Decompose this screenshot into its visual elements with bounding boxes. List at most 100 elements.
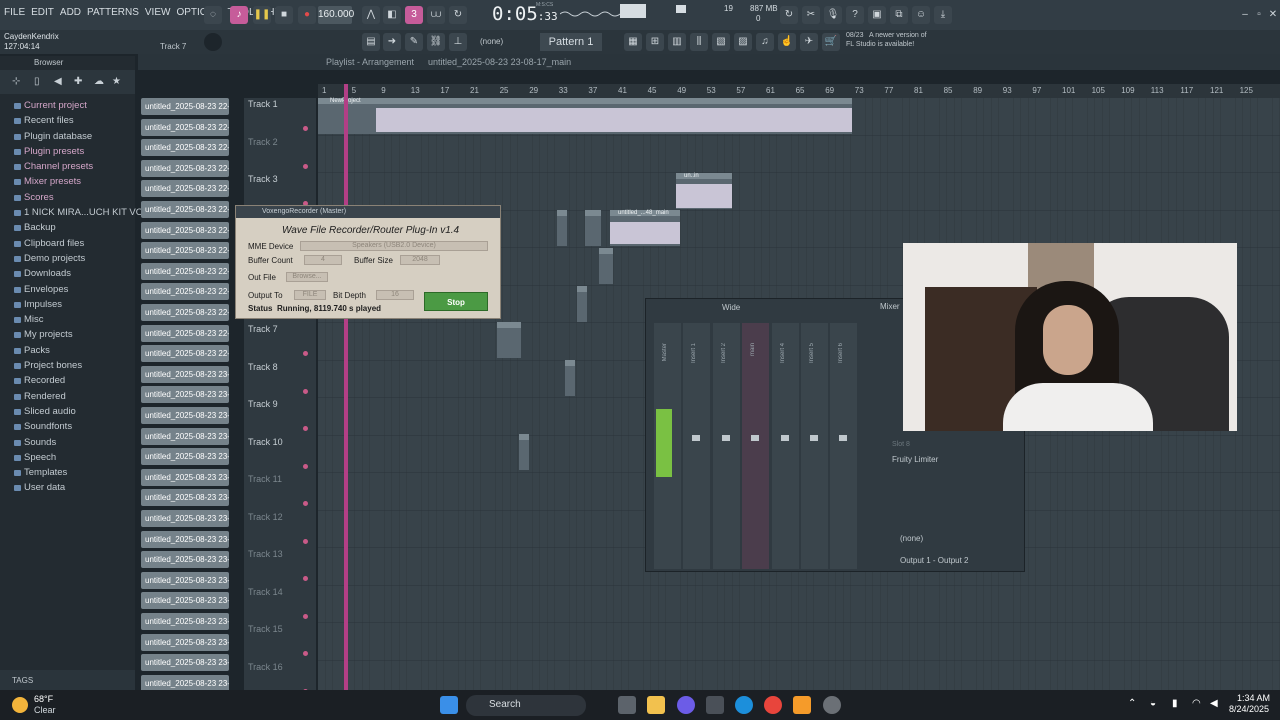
loop-record-icon[interactable]: ↻ <box>449 6 467 24</box>
browser-item[interactable]: Impulses <box>0 299 135 314</box>
track-mute-indicator[interactable] <box>303 576 308 581</box>
pattern-item[interactable]: untitled_2025-08-23 23-... <box>141 571 229 589</box>
wifi-icon[interactable]: ◠ <box>1192 698 1201 709</box>
browser-item[interactable]: Sounds <box>0 437 135 452</box>
browser-item[interactable]: Plugin presets <box>0 146 135 161</box>
mixer-output-selector[interactable]: Output 1 - Output 2 <box>900 556 968 565</box>
recorder-titlebar[interactable]: VoxengoRecorder (Master) <box>236 206 500 218</box>
pattern-item[interactable]: untitled_2025-08-23 22-... <box>141 304 229 321</box>
track-mute-indicator[interactable] <box>303 538 308 544</box>
star-icon[interactable]: ★ <box>112 76 121 87</box>
fx-slot-fruity-limiter[interactable]: Fruity Limiter <box>892 455 938 464</box>
menu-add[interactable]: ADD <box>60 7 81 18</box>
track-label[interactable]: Track 12 <box>248 512 283 522</box>
browser-item[interactable]: Rendered <box>0 391 135 406</box>
buffer-size-field[interactable]: 2048 <box>400 255 440 265</box>
track-mute-indicator[interactable] <box>303 501 308 506</box>
browser-item[interactable]: Plugin database <box>0 131 135 146</box>
clip-track4-small-b[interactable] <box>585 210 601 246</box>
snap-selector[interactable]: (none) <box>480 37 503 46</box>
track-label[interactable]: Track 14 <box>248 587 283 597</box>
obs-icon[interactable] <box>823 696 841 714</box>
weather-description[interactable]: Clear <box>34 705 56 715</box>
chrome-icon[interactable] <box>764 696 782 714</box>
track-mute-indicator[interactable] <box>303 613 308 619</box>
track-label[interactable]: Track 16 <box>248 662 283 672</box>
fl-studio-icon[interactable] <box>793 696 811 714</box>
menu-file[interactable]: FILE <box>4 7 25 18</box>
pattern-item[interactable]: untitled_2025-08-23 23-... <box>141 510 229 527</box>
wait-icon[interactable]: ◧ <box>383 6 401 24</box>
browser-item[interactable]: Project bones <box>0 360 135 375</box>
menu-patterns[interactable]: PATTERNS <box>87 7 139 18</box>
arrow-icon[interactable]: ➜ <box>383 33 401 51</box>
pattern-item[interactable]: untitled_2025-08-23 23-... <box>141 448 229 466</box>
fx-slot-8[interactable]: Slot 8 <box>892 441 910 448</box>
pattern-item[interactable]: untitled_2025-08-23 23-... <box>141 551 229 569</box>
browser-item[interactable]: Packs <box>0 345 135 360</box>
edge-icon[interactable] <box>735 696 753 714</box>
pattern-item[interactable]: untitled_2025-08-23 22-... <box>141 221 229 239</box>
browser-item[interactable]: Demo projects <box>0 253 135 268</box>
mme-device-field[interactable]: Speakers (USB2.0 Device) <box>300 241 488 251</box>
track-mute-indicator[interactable] <box>303 426 308 431</box>
mixer-fader[interactable] <box>751 435 760 441</box>
browser-item[interactable]: Speech <box>0 452 135 467</box>
pattern-item[interactable]: untitled_2025-08-23 22-... <box>141 262 229 280</box>
step-edit-icon[interactable]: ⩊ <box>427 6 445 24</box>
clip-track7[interactable] <box>497 322 521 358</box>
pattern-item[interactable]: untitled_2025-08-23 23-... <box>141 633 229 651</box>
pattern-item[interactable]: untitled_2025-08-23 22-... <box>141 283 229 301</box>
tray-chevron-icon[interactable]: ⌃ <box>1128 698 1136 709</box>
mixer-fader[interactable] <box>692 435 701 441</box>
browser-item[interactable]: Channel presets <box>0 161 135 176</box>
pattern-item[interactable]: untitled_2025-08-23 23-... <box>141 530 229 548</box>
speaker-icon[interactable]: ◀ <box>54 76 62 87</box>
task-view-icon[interactable] <box>618 696 636 714</box>
update-message-2[interactable]: FL Studio is available! <box>846 41 914 48</box>
track-mute-indicator[interactable] <box>303 388 308 394</box>
pattern-item[interactable]: untitled_2025-08-23 22-... <box>141 118 229 136</box>
volume-icon[interactable]: ◀ <box>1210 698 1218 709</box>
pattern-item[interactable]: untitled_2025-08-23 23-... <box>141 468 229 486</box>
snap-icon[interactable]: ◌ <box>204 6 222 24</box>
track-label[interactable]: Track 10 <box>248 437 283 447</box>
browser-item[interactable]: Recent files <box>0 115 135 130</box>
clip-track10[interactable] <box>519 434 529 470</box>
mixer-fader[interactable] <box>810 435 818 441</box>
pencil-icon[interactable]: ✎ <box>405 33 423 51</box>
track-mute-indicator[interactable] <box>303 351 308 356</box>
browser-item[interactable]: Scores <box>0 192 135 207</box>
browser-item[interactable]: Envelopes <box>0 284 135 299</box>
cloud-icon[interactable]: ☁ <box>94 76 104 87</box>
mixer-icon[interactable]: ⫼ <box>690 33 708 51</box>
clip-track6[interactable] <box>577 286 587 322</box>
clip-track4-small[interactable] <box>557 210 567 246</box>
mixer-fader[interactable] <box>839 435 848 441</box>
track-label[interactable]: Track 11 <box>248 474 282 484</box>
piano-icon[interactable]: ▤ <box>362 33 380 51</box>
track-mute-indicator[interactable] <box>303 163 308 169</box>
browser-icon[interactable]: ▧ <box>712 33 730 51</box>
menu-view[interactable]: VIEW <box>145 7 171 18</box>
chat-icon[interactable]: ☺ <box>912 6 930 24</box>
track-label[interactable]: Track 2 <box>248 137 278 147</box>
mixer-fader[interactable] <box>780 435 789 441</box>
stamp-icon[interactable]: ⊥ <box>449 33 467 51</box>
browse-button[interactable]: Browse... <box>286 272 328 282</box>
browser-item[interactable]: Downloads <box>0 268 135 283</box>
help-icon[interactable]: ? <box>846 6 864 24</box>
discord-icon[interactable] <box>677 696 695 714</box>
mixer-fader[interactable] <box>721 435 730 441</box>
track-mute-indicator[interactable] <box>303 651 308 656</box>
browser-item[interactable]: My projects <box>0 329 135 344</box>
pattern-item[interactable]: untitled_2025-08-23 22-... <box>141 324 229 342</box>
track-label[interactable]: Track 7 <box>248 324 278 334</box>
mic-icon[interactable]: 🎙 <box>824 6 842 24</box>
download-icon[interactable]: ⤓ <box>934 6 952 24</box>
pattern-item[interactable]: untitled_2025-08-23 22-... <box>141 139 229 157</box>
record-icon[interactable]: ● <box>298 6 316 24</box>
stop-icon[interactable]: ■ <box>275 6 293 24</box>
link-icon[interactable]: ⛓ <box>427 33 445 51</box>
pattern-item[interactable]: untitled_2025-08-23 22-... <box>141 242 229 260</box>
